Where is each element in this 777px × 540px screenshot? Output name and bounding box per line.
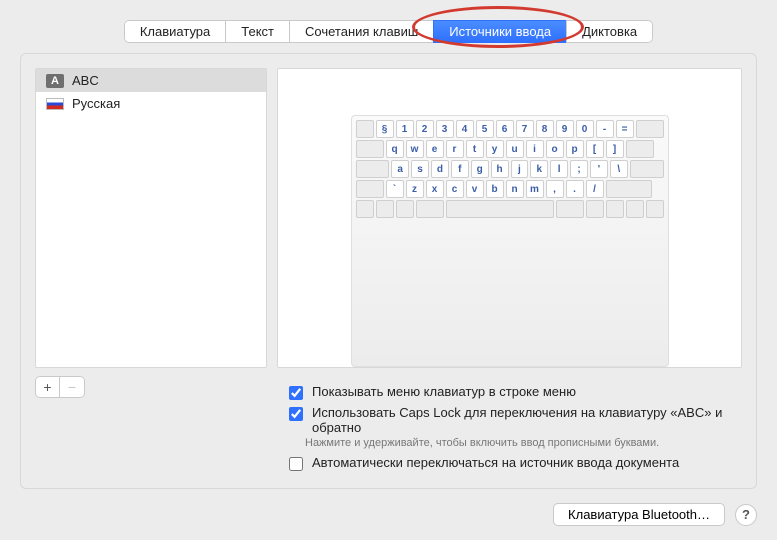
key: 3 [436,120,454,138]
key: = [616,120,634,138]
key: w [406,140,424,158]
mini-keyboard: §1234567890-= qwertyuiop[] asdfghjkl;'\ … [351,115,669,367]
bluetooth-keyboard-button[interactable]: Клавиатура Bluetooth… [553,503,725,526]
keyboard-preview: §1234567890-= qwertyuiop[] asdfghjkl;'\ … [277,68,742,368]
key: r [446,140,464,158]
main-panel: A ABC Русская §1234567890-= qwertyuiop[]… [20,53,757,489]
key: c [446,180,464,198]
caps-lock-label: Использовать Caps Lock для переключения … [312,405,742,435]
source-item-ru[interactable]: Русская [36,92,266,115]
key: d [431,160,449,178]
key: e [426,140,444,158]
key: 5 [476,120,494,138]
key-blank [606,180,652,198]
tab-text[interactable]: Текст [225,20,289,43]
tab-dictation[interactable]: Диктовка [566,20,653,43]
key: 7 [516,120,534,138]
key: n [506,180,524,198]
option-caps-lock[interactable]: Использовать Caps Lock для переключения … [285,405,742,435]
key: . [566,180,584,198]
key: h [491,160,509,178]
key: u [506,140,524,158]
key: m [526,180,544,198]
key: § [376,120,394,138]
key-blank [636,120,664,138]
source-item-abc[interactable]: A ABC [36,69,266,92]
key: 1 [396,120,414,138]
key: - [596,120,614,138]
key: ] [606,140,624,158]
input-source-list[interactable]: A ABC Русская [35,68,267,368]
key: 6 [496,120,514,138]
tab-shortcuts[interactable]: Сочетания клавиш [289,20,433,43]
key: x [426,180,444,198]
caps-lock-checkbox[interactable] [289,407,303,421]
auto-switch-label: Автоматически переключаться на источник … [312,455,679,470]
option-show-menu[interactable]: Показывать меню клавиатур в строке меню [285,384,742,403]
options-group: Показывать меню клавиатур в строке меню … [285,384,742,474]
key: ; [570,160,588,178]
key: ` [386,180,404,198]
bottom-bar: Клавиатура Bluetooth… ? [553,503,757,526]
tab-segment: Клавиатура Текст Сочетания клавиш Источн… [124,20,653,43]
key: 2 [416,120,434,138]
key: g [471,160,489,178]
add-source-button[interactable]: + [36,377,60,397]
key: / [586,180,604,198]
show-menu-checkbox[interactable] [289,386,303,400]
key: j [511,160,529,178]
key: l [550,160,568,178]
source-label: ABC [72,73,99,88]
key: 4 [456,120,474,138]
key: p [566,140,584,158]
abc-icon: A [46,74,64,88]
key: b [486,180,504,198]
key: s [411,160,429,178]
tab-input-sources[interactable]: Источники ввода [433,20,566,43]
key: 9 [556,120,574,138]
key: f [451,160,469,178]
key: [ [586,140,604,158]
key: i [526,140,544,158]
key: v [466,180,484,198]
remove-source-button[interactable]: − [60,377,84,397]
key: \ [610,160,628,178]
key: o [546,140,564,158]
caps-lock-hint: Нажмите и удерживайте, чтобы включить вв… [305,437,735,449]
auto-switch-checkbox[interactable] [289,457,303,471]
key-blank [630,160,664,178]
tab-keyboard[interactable]: Клавиатура [124,20,225,43]
key-blank [626,140,654,158]
add-remove-group: + − [35,376,85,398]
key: ' [590,160,608,178]
key: z [406,180,424,198]
key: y [486,140,504,158]
key: q [386,140,404,158]
help-button[interactable]: ? [735,504,757,526]
show-menu-label: Показывать меню клавиатур в строке меню [312,384,576,399]
key: , [546,180,564,198]
ru-flag-icon [46,98,64,110]
option-auto-switch[interactable]: Автоматически переключаться на источник … [285,455,742,474]
key: 8 [536,120,554,138]
key: 0 [576,120,594,138]
key: k [530,160,548,178]
tab-bar: Клавиатура Текст Сочетания клавиш Источн… [0,0,777,43]
source-label: Русская [72,96,120,111]
key: t [466,140,484,158]
key: a [391,160,409,178]
